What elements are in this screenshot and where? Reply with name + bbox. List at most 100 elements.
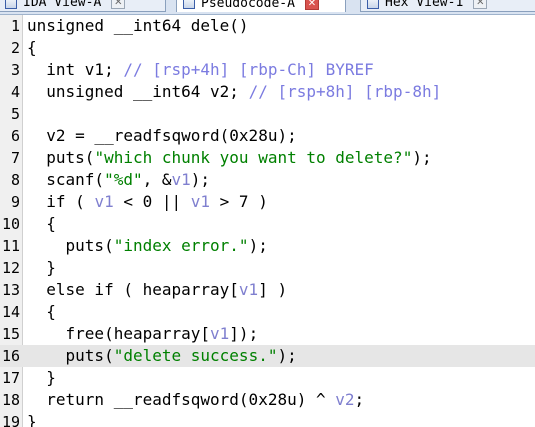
variable-token[interactable]: v1 bbox=[239, 280, 258, 299]
code-token[interactable]: else if ( heaparray[ bbox=[27, 280, 239, 299]
code-text[interactable]: return __readfsqword(0x28u) ^ v2; bbox=[27, 389, 364, 411]
line-number: 10 bbox=[1, 215, 20, 233]
line-number: 1 bbox=[10, 17, 20, 35]
code-token[interactable]: < 0 || bbox=[114, 192, 191, 211]
code-line[interactable]: 14 { bbox=[0, 301, 535, 323]
code-token[interactable]: ); bbox=[191, 170, 210, 189]
code-token[interactable]: } bbox=[27, 412, 37, 427]
variable-token[interactable]: v2 bbox=[335, 390, 354, 409]
code-token[interactable]: ); bbox=[249, 236, 268, 255]
code-line[interactable]: 12 } bbox=[0, 257, 535, 279]
code-text[interactable]: { bbox=[27, 213, 56, 235]
code-token[interactable]: int v1; bbox=[27, 60, 123, 79]
code-token[interactable]: ; bbox=[355, 390, 365, 409]
string-literal[interactable]: "%d" bbox=[104, 170, 143, 189]
code-text[interactable]: unsigned __int64 dele() bbox=[27, 15, 249, 37]
code-token[interactable]: unsigned __int64 dele() bbox=[27, 16, 249, 35]
code-token[interactable]: { bbox=[27, 214, 56, 233]
code-comment[interactable]: // [rsp+4h] [rbp-Ch] BYREF bbox=[123, 60, 373, 79]
line-number: 13 bbox=[1, 281, 20, 299]
code-token[interactable]: } bbox=[27, 368, 56, 387]
code-text[interactable]: free(heaparray[v1]); bbox=[27, 323, 259, 345]
code-text[interactable]: } bbox=[27, 367, 56, 389]
line-number: 19 bbox=[1, 413, 20, 427]
code-text[interactable]: puts("index error."); bbox=[27, 235, 268, 257]
code-line[interactable]: 1 unsigned __int64 dele() bbox=[0, 15, 535, 37]
code-line[interactable]: 5 bbox=[0, 103, 535, 125]
code-token[interactable]: > 7 ) bbox=[210, 192, 268, 211]
tab-pseudocode-a[interactable]: Pseudocode-A ✕ bbox=[176, 0, 346, 12]
code-text[interactable]: puts("delete success."); bbox=[27, 345, 297, 367]
string-literal[interactable]: "delete success." bbox=[114, 346, 278, 365]
code-token[interactable]: { bbox=[27, 302, 56, 321]
line-number: 3 bbox=[10, 61, 20, 79]
close-icon[interactable]: ✕ bbox=[111, 0, 126, 9]
code-token[interactable]: ); bbox=[277, 346, 296, 365]
code-token[interactable]: puts( bbox=[27, 148, 94, 167]
code-line[interactable]: 13 else if ( heaparray[v1] ) bbox=[0, 279, 535, 301]
code-line[interactable]: 7 puts("which chunk you want to delete?"… bbox=[0, 147, 535, 169]
code-comment[interactable]: // [rsp+8h] [rbp-8h] bbox=[249, 82, 442, 101]
tab-label: Pseudocode-A bbox=[201, 0, 295, 11]
code-line[interactable]: 16 puts("delete success."); bbox=[0, 345, 535, 367]
line-number: 12 bbox=[1, 259, 20, 277]
string-literal[interactable]: "which chunk you want to delete?" bbox=[94, 148, 412, 167]
code-token[interactable]: puts( bbox=[27, 236, 114, 255]
variable-token[interactable]: v1 bbox=[191, 192, 210, 211]
code-token[interactable]: ); bbox=[412, 148, 431, 167]
code-line[interactable]: 4 unsigned __int64 v2; // [rsp+8h] [rbp-… bbox=[0, 81, 535, 103]
code-line[interactable]: 6 v2 = __readfsqword(0x28u); bbox=[0, 125, 535, 147]
code-line[interactable]: 8 scanf("%d", &v1); bbox=[0, 169, 535, 191]
code-token[interactable]: free(heaparray[ bbox=[27, 324, 211, 343]
code-token[interactable]: if ( bbox=[27, 192, 94, 211]
line-number: 8 bbox=[10, 171, 20, 189]
code-text[interactable]: v2 = __readfsqword(0x28u); bbox=[27, 125, 296, 147]
code-text[interactable]: unsigned __int64 v2; // [rsp+8h] [rbp-8h… bbox=[27, 81, 441, 103]
code-line[interactable]: 17 } bbox=[0, 367, 535, 389]
tab-hex-view-1[interactable]: Hex View-1 ✕ bbox=[360, 0, 535, 12]
code-token[interactable]: unsigned __int64 v2; bbox=[27, 82, 249, 101]
code-token[interactable]: } bbox=[27, 258, 56, 277]
code-text[interactable]: } bbox=[27, 411, 37, 427]
variable-token[interactable]: v1 bbox=[172, 170, 191, 189]
code-line[interactable]: 19} bbox=[0, 411, 535, 427]
code-token[interactable]: scanf( bbox=[27, 170, 104, 189]
line-number: 2 bbox=[10, 39, 20, 57]
code-text[interactable]: int v1; // [rsp+4h] [rbp-Ch] BYREF bbox=[27, 59, 374, 81]
string-literal[interactable]: "index error." bbox=[114, 236, 249, 255]
code-text[interactable]: puts("which chunk you want to delete?"); bbox=[27, 147, 431, 169]
code-text[interactable]: } bbox=[27, 257, 56, 279]
code-line[interactable]: 18 return __readfsqword(0x28u) ^ v2; bbox=[0, 389, 535, 411]
hex-view-icon bbox=[367, 0, 379, 9]
line-number: 4 bbox=[10, 83, 20, 101]
code-token[interactable]: puts( bbox=[27, 346, 114, 365]
code-line[interactable]: 15 free(heaparray[v1]); bbox=[0, 323, 535, 345]
code-line[interactable]: 9 if ( v1 < 0 || v1 > 7 ) bbox=[0, 191, 535, 213]
tab-label: IDA View-A bbox=[23, 0, 102, 10]
variable-token[interactable]: v1 bbox=[94, 192, 113, 211]
tab-ida-view-a[interactable]: IDA View-A ✕ bbox=[0, 0, 166, 12]
pseudocode-icon bbox=[183, 0, 195, 9]
code-token[interactable]: ]); bbox=[229, 324, 258, 343]
code-text[interactable]: { bbox=[27, 301, 56, 323]
code-text[interactable]: else if ( heaparray[v1] ) bbox=[27, 279, 287, 301]
line-number: 14 bbox=[1, 303, 20, 321]
pseudocode-editor[interactable]: 1 unsigned __int64 dele() 2{3 int v1; // [… bbox=[0, 15, 535, 427]
close-icon[interactable]: ✕ bbox=[473, 0, 488, 9]
code-token[interactable]: v2 = __readfsqword(0x28u); bbox=[27, 126, 296, 145]
code-line[interactable]: 2{ bbox=[0, 37, 535, 59]
line-number: 5 bbox=[10, 105, 20, 123]
close-icon[interactable]: ✕ bbox=[304, 0, 319, 10]
code-token[interactable]: return __readfsqword(0x28u) ^ bbox=[27, 390, 335, 409]
variable-token[interactable]: v1 bbox=[210, 324, 229, 343]
code-text[interactable]: { bbox=[27, 37, 37, 59]
code-text[interactable]: if ( v1 < 0 || v1 > 7 ) bbox=[27, 191, 268, 213]
code-token[interactable]: , & bbox=[143, 170, 172, 189]
line-number: 17 bbox=[1, 369, 20, 387]
code-token[interactable]: { bbox=[27, 38, 37, 57]
code-line[interactable]: 11 puts("index error."); bbox=[0, 235, 535, 257]
code-text[interactable]: scanf("%d", &v1); bbox=[27, 169, 210, 191]
code-line[interactable]: 3 int v1; // [rsp+4h] [rbp-Ch] BYREF bbox=[0, 59, 535, 81]
code-token[interactable]: ] ) bbox=[258, 280, 287, 299]
code-line[interactable]: 10 { bbox=[0, 213, 535, 235]
